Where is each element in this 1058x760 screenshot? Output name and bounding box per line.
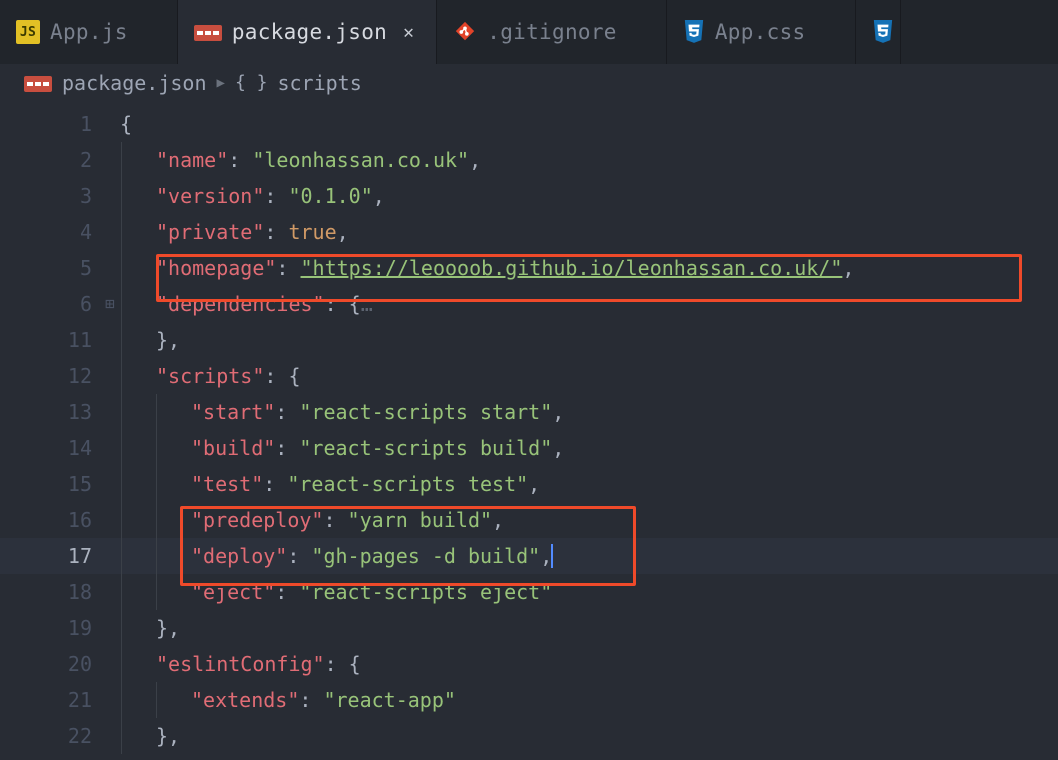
css-icon bbox=[683, 20, 705, 44]
json-icon bbox=[24, 74, 52, 92]
breadcrumb[interactable]: package.json ▶ { } scripts bbox=[0, 64, 1058, 102]
line-number: 19 bbox=[0, 610, 100, 646]
line-number: 4 bbox=[0, 214, 100, 250]
code-line[interactable]: 22}, bbox=[0, 718, 1058, 754]
line-number: 2 bbox=[0, 142, 100, 178]
code-content[interactable]: "deploy": "gh-pages -d build", bbox=[120, 538, 553, 574]
code-line[interactable]: 11}, bbox=[0, 322, 1058, 358]
code-line[interactable]: 14 "build": "react-scripts build", bbox=[0, 430, 1058, 466]
tab-app-js[interactable]: JSApp.js✕ bbox=[0, 0, 178, 64]
code-content[interactable]: "predeploy": "yarn build", bbox=[120, 502, 504, 538]
code-content[interactable]: "scripts": { bbox=[120, 358, 301, 394]
code-content[interactable]: "homepage": "https://leoooob.github.io/l… bbox=[120, 250, 854, 286]
code-content[interactable]: "build": "react-scripts build", bbox=[120, 430, 564, 466]
line-number: 12 bbox=[0, 358, 100, 394]
tab-app-css[interactable]: App.css✕ bbox=[667, 0, 856, 64]
line-number: 5 bbox=[0, 250, 100, 286]
code-line[interactable]: 19}, bbox=[0, 610, 1058, 646]
tab--gitignore[interactable]: .gitignore✕ bbox=[437, 0, 667, 64]
js-icon: JS bbox=[16, 20, 40, 44]
line-number: 15 bbox=[0, 466, 100, 502]
code-line[interactable]: 13 "start": "react-scripts start", bbox=[0, 394, 1058, 430]
code-line[interactable]: 12 "scripts": { bbox=[0, 358, 1058, 394]
code-content[interactable]: }, bbox=[120, 610, 180, 646]
tab-label: App.js bbox=[50, 20, 128, 44]
breadcrumb-file[interactable]: package.json bbox=[62, 71, 207, 95]
chevron-right-icon: ▶ bbox=[217, 75, 225, 91]
line-number: 22 bbox=[0, 718, 100, 754]
code-line[interactable]: 16 "predeploy": "yarn build", bbox=[0, 502, 1058, 538]
tab-label: App.css bbox=[715, 20, 806, 44]
line-number: 16 bbox=[0, 502, 100, 538]
code-content[interactable]: "start": "react-scripts start", bbox=[120, 394, 564, 430]
line-number: 17 bbox=[0, 538, 100, 574]
code-line[interactable]: 5 "homepage": "https://leoooob.github.io/… bbox=[0, 250, 1058, 286]
code-content[interactable]: "version": "0.1.0", bbox=[120, 178, 385, 214]
close-icon[interactable]: ✕ bbox=[403, 22, 414, 43]
code-content[interactable]: "eject": "react-scripts eject" bbox=[120, 574, 552, 610]
text-cursor bbox=[551, 544, 553, 568]
code-content[interactable]: }, bbox=[120, 322, 180, 358]
line-number: 20 bbox=[0, 646, 100, 682]
code-line[interactable]: 21 "extends": "react-app" bbox=[0, 682, 1058, 718]
line-number: 11 bbox=[0, 322, 100, 358]
line-number: 6 bbox=[0, 286, 100, 322]
line-number: 1 bbox=[0, 106, 100, 142]
code-content[interactable]: "test": "react-scripts test", bbox=[120, 466, 540, 502]
code-line[interactable]: 18 "eject": "react-scripts eject" bbox=[0, 574, 1058, 610]
code-content[interactable]: "dependencies": {… bbox=[120, 286, 373, 322]
fold-expand-icon[interactable]: ⊞ bbox=[100, 286, 120, 322]
code-content[interactable]: "private": true, bbox=[120, 214, 349, 250]
json-icon bbox=[194, 23, 222, 41]
code-line[interactable]: 15 "test": "react-scripts test", bbox=[0, 466, 1058, 502]
code-content[interactable]: "name": "leonhassan.co.uk", bbox=[120, 142, 481, 178]
code-line[interactable]: 3 "version": "0.1.0", bbox=[0, 178, 1058, 214]
code-content[interactable]: }, bbox=[120, 718, 180, 754]
git-icon bbox=[453, 20, 477, 44]
code-line[interactable]: 2 "name": "leonhassan.co.uk", bbox=[0, 142, 1058, 178]
tab-label: package.json bbox=[232, 20, 387, 44]
line-number: 21 bbox=[0, 682, 100, 718]
code-content[interactable]: { bbox=[120, 106, 132, 142]
breadcrumb-segment[interactable]: scripts bbox=[277, 71, 361, 95]
line-number: 14 bbox=[0, 430, 100, 466]
code-editor[interactable]: 1{2"name": "leonhassan.co.uk",3"version"… bbox=[0, 102, 1058, 754]
css-icon bbox=[872, 20, 894, 44]
line-number: 18 bbox=[0, 574, 100, 610]
line-number: 13 bbox=[0, 394, 100, 430]
code-content[interactable]: "extends": "react-app" bbox=[120, 682, 456, 718]
code-line[interactable]: 17 "deploy": "gh-pages -d build", bbox=[0, 538, 1058, 574]
line-number: 3 bbox=[0, 178, 100, 214]
tab-bar: JSApp.js✕package.json✕.gitignore✕App.css… bbox=[0, 0, 1058, 64]
tab-overflow[interactable] bbox=[856, 0, 901, 64]
code-line[interactable]: 20 "eslintConfig": { bbox=[0, 646, 1058, 682]
tab-label: .gitignore bbox=[487, 20, 616, 44]
code-line[interactable]: 6⊞"dependencies": {… bbox=[0, 286, 1058, 322]
tab-package-json[interactable]: package.json ✕ bbox=[178, 0, 437, 64]
code-content[interactable]: "eslintConfig": { bbox=[120, 646, 361, 682]
code-line[interactable]: 1{ bbox=[0, 106, 1058, 142]
code-line[interactable]: 4 "private": true, bbox=[0, 214, 1058, 250]
braces-icon: { } bbox=[235, 72, 268, 93]
